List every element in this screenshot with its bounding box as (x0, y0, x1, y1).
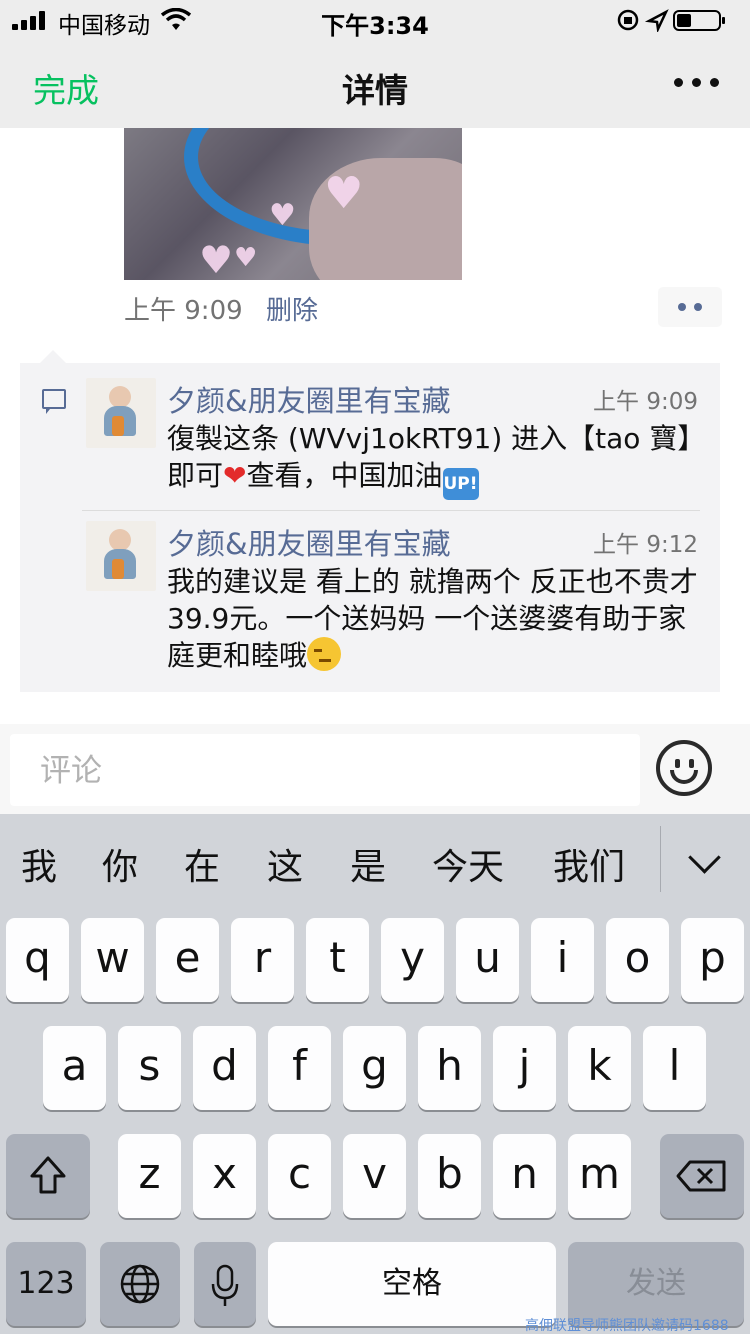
backspace-key[interactable] (660, 1134, 744, 1218)
comment-input-container[interactable] (10, 734, 640, 808)
key-q[interactable]: q (6, 918, 69, 1002)
comment-divider (82, 510, 700, 511)
key-p[interactable]: p (681, 918, 744, 1002)
key-g[interactable]: g (343, 1026, 406, 1110)
candidate-bar: 我 你 在 这 是 今天 我们 (0, 814, 750, 906)
space-key[interactable]: 空格 (268, 1242, 556, 1326)
key-z[interactable]: z (118, 1134, 181, 1218)
post-actions-button[interactable] (658, 287, 722, 327)
candidate-word[interactable]: 我们 (553, 838, 625, 890)
status-right-icons (617, 9, 725, 32)
keyboard: 我 你 在 这 是 今天 我们 q w e r t y u i o p a s … (0, 814, 750, 1334)
microphone-icon (211, 1264, 239, 1306)
key-w[interactable]: w (81, 918, 144, 1002)
key-m[interactable]: m (568, 1134, 631, 1218)
avatar[interactable] (86, 378, 156, 448)
comment-author[interactable]: 夕颜&朋友圈里有宝藏 (167, 378, 451, 420)
language-key[interactable] (100, 1242, 180, 1326)
dictation-key[interactable] (194, 1242, 256, 1326)
comment-input-bar (0, 724, 750, 814)
up-emoji-icon: UP! (442, 468, 479, 500)
key-a[interactable]: a (43, 1026, 106, 1110)
shift-icon (30, 1156, 66, 1194)
location-icon (644, 9, 669, 32)
navigation-bar: 完成 详情 (0, 40, 750, 128)
numbers-key[interactable]: 123 (6, 1242, 86, 1326)
post-image[interactable]: ♥ ♥ ♥ ♥ (124, 128, 462, 280)
avatar[interactable] (86, 521, 156, 591)
status-bar: 中国移动 下午3:34 (0, 0, 750, 40)
key-x[interactable]: x (193, 1134, 256, 1218)
key-t[interactable]: t (306, 918, 369, 1002)
globe-icon (120, 1264, 160, 1304)
key-s[interactable]: s (118, 1026, 181, 1110)
key-b[interactable]: b (418, 1134, 481, 1218)
candidate-word[interactable]: 在 (184, 838, 220, 890)
key-c[interactable]: c (268, 1134, 331, 1218)
comments-panel: 夕颜&朋友圈里有宝藏 上午 9:09 復製这条 (WVvj1okRT91) 进入… (20, 363, 720, 692)
comment-time: 上午 9:12 (593, 532, 698, 558)
watermark-text: 高佣联盟导师熊团队邀请码1688 (525, 1318, 729, 1334)
candidate-word[interactable]: 我 (21, 838, 57, 890)
comment-time: 上午 9:09 (593, 389, 698, 415)
page-title: 详情 (342, 71, 408, 110)
candidate-divider (660, 826, 661, 892)
key-i[interactable]: i (531, 918, 594, 1002)
key-j[interactable]: j (493, 1026, 556, 1110)
more-options-icon[interactable] (674, 78, 720, 90)
key-l[interactable]: l (643, 1026, 706, 1110)
key-o[interactable]: o (606, 918, 669, 1002)
comment-text: 我的建议是 看上的 就撸两个 反正也不贵才 39.9元。一个送妈妈 一个送婆婆有… (167, 565, 698, 672)
orientation-lock-icon (617, 9, 639, 31)
comment-input[interactable] (38, 734, 632, 808)
smirk-emoji-icon (307, 637, 342, 671)
post-time: 上午 9:09 (124, 296, 243, 326)
comment-icon (42, 389, 66, 414)
key-f[interactable]: f (268, 1026, 331, 1110)
comment-text: 復製这条 (WVvj1okRT91) 进入【tao 寶】即可❤查看，中国加油UP… (167, 420, 702, 500)
backspace-icon (676, 1160, 726, 1192)
key-v[interactable]: v (343, 1134, 406, 1218)
candidate-word[interactable]: 这 (267, 838, 303, 890)
candidate-word[interactable]: 是 (350, 838, 386, 890)
send-key[interactable]: 发送 (568, 1242, 744, 1326)
emoji-icon[interactable] (656, 740, 712, 796)
key-k[interactable]: k (568, 1026, 631, 1110)
key-y[interactable]: y (381, 918, 444, 1002)
key-h[interactable]: h (418, 1026, 481, 1110)
shift-key[interactable] (6, 1134, 90, 1218)
candidate-word[interactable]: 你 (102, 838, 138, 890)
heart-emoji-icon: ❤ (223, 459, 247, 492)
comment-author[interactable]: 夕颜&朋友圈里有宝藏 (167, 521, 451, 563)
comments-pointer (40, 350, 66, 363)
key-r[interactable]: r (231, 918, 294, 1002)
key-d[interactable]: d (193, 1026, 256, 1110)
key-u[interactable]: u (456, 918, 519, 1002)
battery-icon (673, 10, 725, 31)
candidate-word[interactable]: 今天 (432, 838, 504, 890)
key-n[interactable]: n (493, 1134, 556, 1218)
delete-link[interactable]: 删除 (266, 290, 318, 327)
key-e[interactable]: e (156, 918, 219, 1002)
chevron-down-icon[interactable] (688, 841, 721, 874)
